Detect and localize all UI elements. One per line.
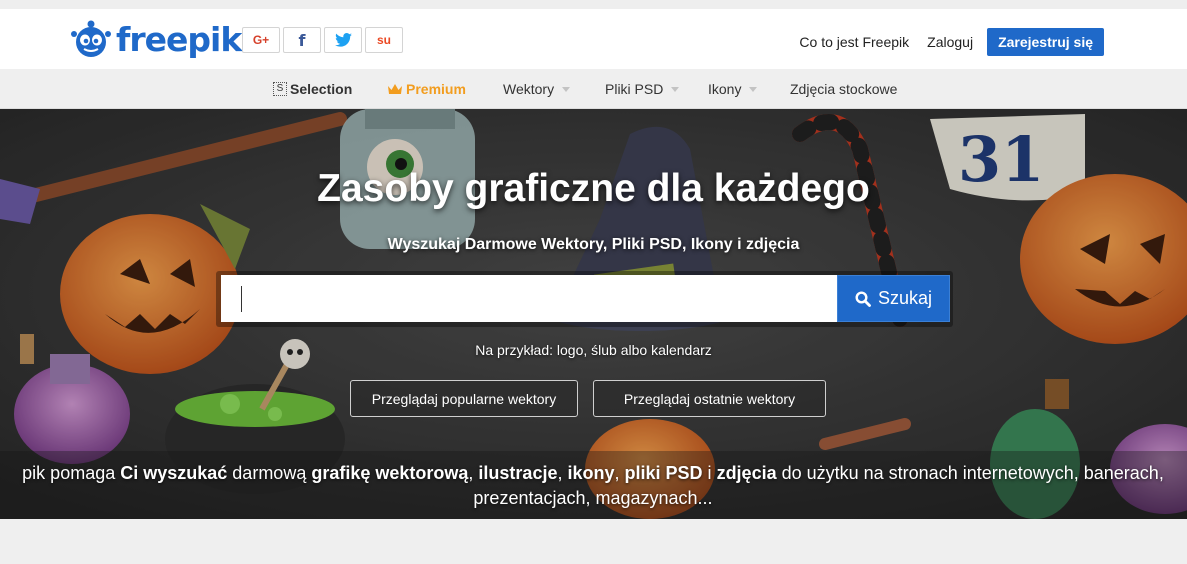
crown-icon (388, 83, 402, 94)
stumbleupon-icon: su (376, 33, 391, 47)
about-freepik-link[interactable]: Co to jest Freepik (799, 34, 909, 50)
register-button[interactable]: Zarejestruj się (987, 28, 1104, 56)
tagline-banner: pik pomaga Ci wyszukać darmową grafikę w… (0, 451, 1187, 519)
nav-item-photos[interactable]: Zdjęcia stockowe (790, 81, 897, 97)
stumbleupon-share-button[interactable]: su (365, 27, 403, 53)
selection-icon: S (273, 82, 287, 96)
search-button-label: Szukaj (877, 288, 933, 308)
login-link[interactable]: Zaloguj (927, 34, 973, 50)
facebook-icon: f (298, 30, 306, 50)
freepik-mascot-icon (71, 20, 111, 57)
freepik-logo[interactable]: freepik (70, 18, 242, 60)
search-example-text: Na przykład: logo, ślub albo kalendarz (475, 342, 712, 358)
search-bar: Szukaj (216, 271, 953, 327)
google-plus-share-button[interactable]: G+ (242, 27, 280, 53)
site-header: freepik G+ f su Co to jest Freepik Zalog… (0, 9, 1187, 69)
chevron-down-icon (671, 86, 680, 92)
nav-item-premium[interactable]: Premium (388, 81, 466, 97)
nav-item-vectors[interactable]: Wektory (503, 81, 571, 97)
search-button[interactable]: Szukaj (837, 275, 950, 322)
chevron-down-icon (749, 86, 758, 92)
twitter-share-button[interactable] (324, 27, 362, 53)
twitter-icon (334, 33, 352, 47)
hero-section: 31 Zasoby graficzne dla każdego Wyszukaj… (0, 109, 1187, 519)
tagline-text: pik pomaga Ci wyszukać darmową grafikę w… (22, 463, 1164, 508)
nav-vectors-label: Wektory (503, 81, 555, 97)
hero-title: Zasoby graficzne dla każdego (317, 167, 870, 210)
nav-premium-label: Premium (406, 81, 466, 97)
google-plus-icon: G+ (252, 33, 270, 47)
hero-subtitle: Wyszukaj Darmowe Wektory, Pliki PSD, Iko… (387, 236, 800, 253)
nav-item-psd[interactable]: Pliki PSD (605, 81, 680, 97)
search-icon (855, 290, 871, 307)
text-cursor (241, 286, 242, 312)
facebook-share-button[interactable]: f (283, 27, 321, 53)
nav-photos-label: Zdjęcia stockowe (790, 81, 898, 97)
nav-icons-label: Ikony (708, 81, 742, 97)
chevron-down-icon (562, 86, 571, 92)
nav-psd-label: Pliki PSD (605, 81, 664, 97)
logo-wordmark: freepik (116, 19, 242, 59)
browse-popular-button[interactable]: Przeglądaj popularne wektory (350, 380, 578, 417)
main-nav: S Selection Premium Wektory Pliki PSD Ik… (0, 69, 1187, 109)
search-input[interactable] (221, 275, 837, 322)
nav-item-icons[interactable]: Ikony (708, 81, 758, 97)
top-strip (0, 0, 1187, 9)
nav-selection-label: Selection (290, 81, 353, 97)
browse-recent-button[interactable]: Przeglądaj ostatnie wektory (593, 380, 826, 417)
nav-item-selection[interactable]: S Selection (273, 81, 352, 97)
